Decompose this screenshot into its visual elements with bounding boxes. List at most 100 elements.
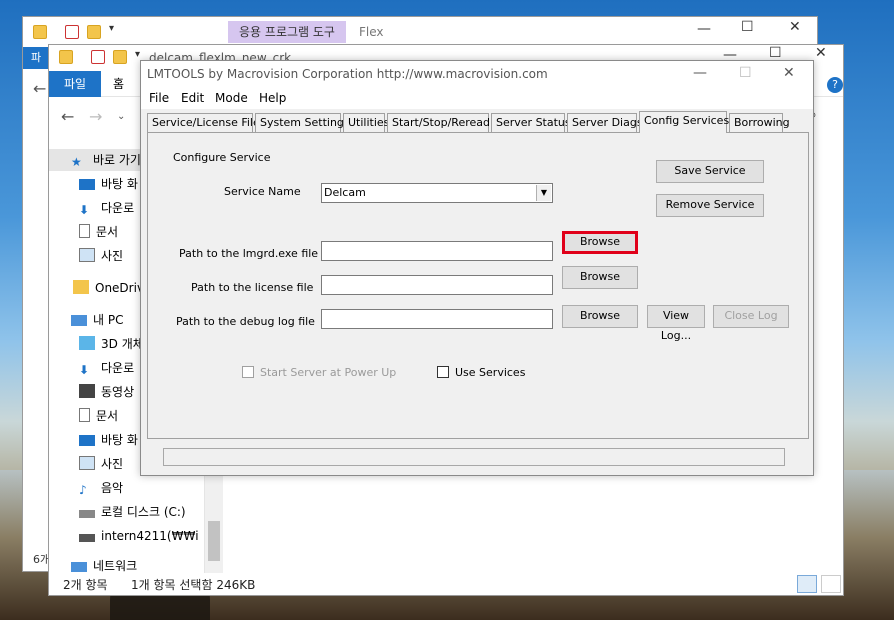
tab-server-status[interactable]: Server Status <box>491 113 571 133</box>
close-icon[interactable]: ✕ <box>783 65 795 81</box>
tab-borrowing[interactable]: Borrowing <box>729 113 790 133</box>
close-icon[interactable]: ✕ <box>815 45 827 61</box>
nav-item-local-disk[interactable]: 로컬 디스크 (C:) <box>49 501 205 523</box>
close-log-button: Close Log <box>713 305 789 328</box>
properties-icon[interactable] <box>91 50 105 64</box>
chevron-down-icon[interactable]: ▼ <box>536 185 551 201</box>
browse-debug-log-button[interactable]: Browse <box>562 305 638 328</box>
minimize-icon[interactable]: — <box>697 21 711 37</box>
back-titlebar[interactable]: ▾ 응용 프로그램 도구 Flex — ☐ ✕ <box>23 17 817 47</box>
save-service-button[interactable]: Save Service <box>656 160 764 183</box>
star-icon: ★ <box>71 155 82 169</box>
remove-service-button[interactable]: Remove Service <box>656 194 764 217</box>
tab-system-settings[interactable]: System Settings <box>255 113 350 133</box>
nav-item-label: 3D 개체 <box>101 337 144 351</box>
nav-item-label: 네트워크 <box>93 559 138 573</box>
license-path-label: Path to the license file <box>191 281 314 294</box>
lmtools-titlebar[interactable]: LMTOOLS by Macrovision Corporation http:… <box>141 61 813 89</box>
help-icon[interactable]: ? <box>827 77 843 93</box>
video-icon <box>79 384 95 398</box>
recent-locations-icon[interactable]: ⌄ <box>117 111 125 122</box>
quick-access-dropdown-icon[interactable]: ▾ <box>109 23 114 34</box>
back-window-title: Flex <box>359 25 384 39</box>
tab-config-services[interactable]: Config Services <box>639 111 729 133</box>
nav-item-label: 내 PC <box>93 313 124 327</box>
nav-item-label: intern4211(₩₩i <box>101 529 199 543</box>
large-icons-view-icon[interactable] <box>821 575 841 593</box>
maximize-icon[interactable]: ☐ <box>741 19 754 35</box>
document-icon <box>79 224 90 238</box>
properties-icon[interactable] <box>65 25 79 39</box>
tab-service-license-file[interactable]: Service/License File <box>147 113 260 133</box>
nav-item-network-drive[interactable]: intern4211(₩₩i <box>49 525 205 547</box>
picture-icon <box>79 456 95 470</box>
browse-lmgrd-button[interactable]: Browse <box>562 231 638 254</box>
picture-icon <box>79 248 95 262</box>
details-view-icon[interactable] <box>797 575 817 593</box>
nav-item-label: 바탕 화 <box>101 177 138 191</box>
tab-server-diags[interactable]: Server Diags <box>567 113 643 133</box>
back-arrow-icon[interactable]: ← <box>61 107 74 126</box>
use-services-checkbox[interactable] <box>437 366 449 378</box>
menu-help[interactable]: Help <box>259 91 286 105</box>
network-icon <box>71 562 87 572</box>
ribbon-context-tab[interactable]: 응용 프로그램 도구 <box>228 21 346 43</box>
browse-license-button[interactable]: Browse <box>562 266 638 289</box>
maximize-icon[interactable]: ☐ <box>769 45 782 61</box>
new-folder-icon[interactable] <box>87 25 101 39</box>
forward-arrow-icon[interactable]: → <box>89 107 102 126</box>
pc-icon <box>71 315 87 326</box>
nav-item-label: 사진 <box>101 249 124 263</box>
folder-icon <box>73 280 89 294</box>
configure-service-label: Configure Service <box>173 151 271 164</box>
nav-item-label: 바로 가기 <box>93 153 141 167</box>
nav-item-label: 사진 <box>101 457 124 471</box>
menu-bar: File Edit Mode Help <box>141 89 813 109</box>
tab-start-stop-reread[interactable]: Start/Stop/Reread <box>387 113 490 133</box>
scrollbar-thumb[interactable] <box>208 521 220 561</box>
service-name-combobox[interactable]: Delcam ▼ <box>321 183 553 203</box>
debug-log-path-input[interactable] <box>321 309 553 329</box>
tab-file[interactable]: 파일 <box>49 71 101 97</box>
download-icon: ⬇ <box>79 363 90 377</box>
nav-item-label: 바탕 화 <box>101 433 138 447</box>
debug-log-path-label: Path to the debug log file <box>176 315 315 328</box>
desktop-icon <box>79 179 95 190</box>
nav-item-label: 문서 <box>96 409 119 423</box>
nav-item-label: 문서 <box>96 225 119 239</box>
nav-item-label: 로컬 디스크 (C:) <box>101 505 186 519</box>
status-progress-bar <box>163 448 785 466</box>
license-path-input[interactable] <box>321 275 553 295</box>
tab-utilities[interactable]: Utilities <box>343 113 389 133</box>
menu-edit[interactable]: Edit <box>181 91 204 105</box>
network-drive-icon <box>79 534 95 542</box>
service-name-value: Delcam <box>324 186 366 199</box>
cube-icon <box>79 336 95 350</box>
drive-icon <box>79 510 95 518</box>
music-icon: ♪ <box>79 483 87 497</box>
new-folder-icon[interactable] <box>113 50 127 64</box>
use-services-label: Use Services <box>455 366 526 379</box>
maximize-icon[interactable]: ☐ <box>739 65 752 81</box>
view-log-button[interactable]: View Log... <box>647 305 705 342</box>
quick-access-dropdown-icon[interactable]: ▾ <box>135 49 140 60</box>
lmtools-window[interactable]: LMTOOLS by Macrovision Corporation http:… <box>140 60 814 476</box>
nav-item-label: 음악 <box>101 481 124 495</box>
back-arrow-icon[interactable]: ← <box>33 79 46 98</box>
nav-item-label: 다운로 <box>101 201 135 215</box>
download-icon: ⬇ <box>79 203 90 217</box>
service-name-label: Service Name <box>224 185 301 198</box>
tab-home[interactable]: 홈 <box>113 71 124 97</box>
minimize-icon[interactable]: — <box>693 65 707 81</box>
back-file-tab[interactable]: 파 <box>23 47 49 69</box>
folder-icon <box>59 50 73 64</box>
menu-mode[interactable]: Mode <box>215 91 248 105</box>
desktop-icon <box>79 435 95 446</box>
nav-item-music[interactable]: ♪ 음악 <box>49 477 205 499</box>
menu-file[interactable]: File <box>149 91 169 105</box>
selection-info: 1개 항목 선택함 246KB <box>131 578 256 592</box>
nav-item-label: 다운로 <box>101 361 135 375</box>
lmgrd-path-input[interactable] <box>321 241 553 261</box>
start-server-at-power-up-label: Start Server at Power Up <box>260 366 397 379</box>
close-icon[interactable]: ✕ <box>789 19 801 35</box>
